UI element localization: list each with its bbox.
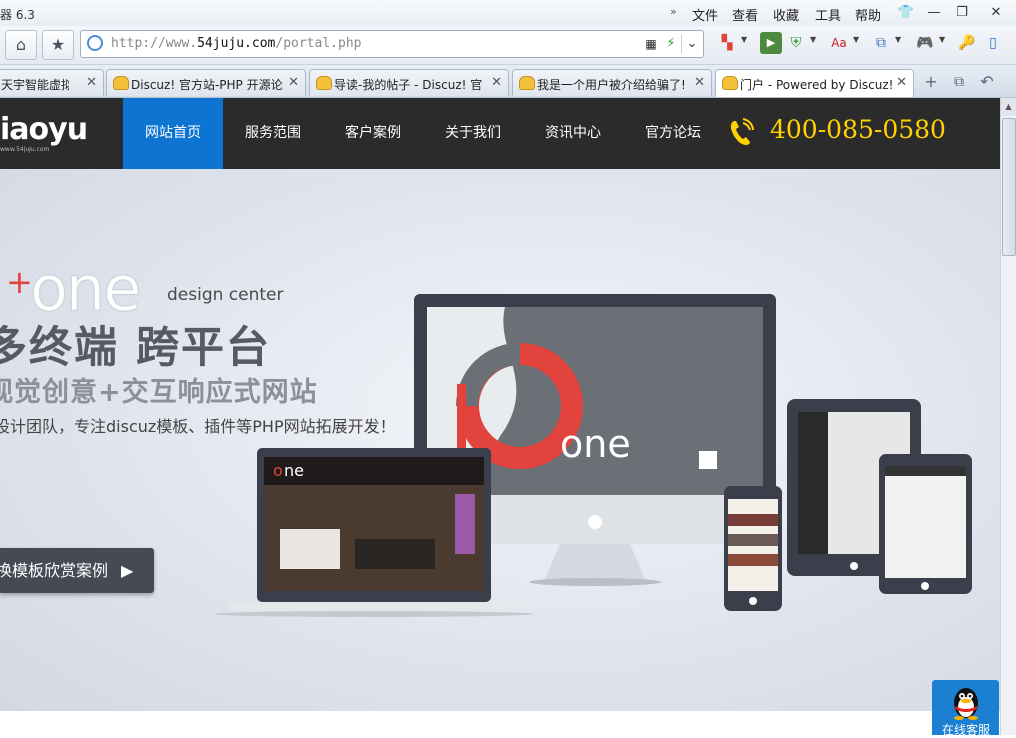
tab-close-icon[interactable]: ✕ <box>491 75 502 90</box>
menu-tools[interactable]: 工具 <box>815 5 841 24</box>
window-title: 器 6.3 <box>0 8 35 22</box>
play-arrow-icon: ▶ <box>121 561 134 580</box>
tab-list-icon[interactable]: ⧉ <box>946 70 972 94</box>
address-url[interactable]: http://www.54juju.com/portal.php <box>111 36 361 51</box>
menu-favorites[interactable]: 收藏 <box>773 5 799 24</box>
tab-2[interactable]: Discuz! 官方站-PHP 开源论 ✕ <box>106 69 306 96</box>
brand-plus: + <box>6 263 33 301</box>
home-icon: ⌂ <box>15 35 27 54</box>
online-service-label[interactable]: 在线客服 <box>942 721 990 738</box>
nav-news[interactable]: 资讯中心 <box>523 98 623 169</box>
apps-caret-icon[interactable]: ▼ <box>741 35 747 44</box>
nav-about[interactable]: 关于我们 <box>423 98 523 169</box>
phone-icon <box>730 118 754 145</box>
page-globe-icon <box>87 35 103 51</box>
tab-favicon-icon <box>113 76 129 90</box>
translate-icon[interactable]: Aa <box>828 32 850 54</box>
tab-close-icon[interactable]: ✕ <box>288 75 299 90</box>
site-nav: iaoyu www.54juju.com 网站首页 服务范围 客户案例 关于我们… <box>0 98 1000 169</box>
screenshot-caret-icon[interactable]: ▼ <box>895 35 901 44</box>
web-page: iaoyu www.54juju.com 网站首页 服务范围 客户案例 关于我们… <box>0 98 1000 735</box>
menu-help[interactable]: 帮助 <box>855 5 881 24</box>
key-icon[interactable]: 🔑 <box>956 32 978 54</box>
menu-file[interactable]: 文件 <box>692 5 718 24</box>
tab-favicon-icon <box>519 76 535 90</box>
window-titlebar: 器 6.3 » 文件 查看 收藏 工具 帮助 👕 — ❐ ✕ <box>0 0 1016 26</box>
gamepad-caret-icon[interactable]: ▼ <box>939 35 945 44</box>
shield-caret-icon[interactable]: ▼ <box>810 35 816 44</box>
nav-forum[interactable]: 官方论坛 <box>623 98 723 169</box>
menu-overflow-icon[interactable]: » <box>670 5 677 18</box>
tab-close-icon[interactable]: ✕ <box>896 75 907 90</box>
tab-4[interactable]: 我是一个用户被介绍给骗了! ✕ <box>512 69 712 96</box>
new-tab-icon[interactable]: + <box>918 70 944 94</box>
tab-favicon-icon <box>316 76 332 90</box>
favorite-button[interactable]: ★ <box>42 30 74 60</box>
site-logo[interactable]: iaoyu <box>0 112 88 147</box>
tab-close-icon[interactable]: ✕ <box>86 75 97 90</box>
close-window-button[interactable]: ✕ <box>984 3 1008 23</box>
svg-text:o: o <box>273 461 283 480</box>
qrcode-icon[interactable]: ▦ <box>641 34 661 54</box>
shield-icon[interactable]: ⛨ <box>785 32 807 54</box>
qq-penguin-icon <box>954 688 978 720</box>
undo-close-icon[interactable]: ↶ <box>974 70 1000 94</box>
gamepad-icon[interactable]: 🎮 <box>914 32 936 54</box>
tab-bar: 天宇智能虚拟主 ✕ Discuz! 官方站-PHP 开源论 ✕ 导读-我的帖子 … <box>0 65 1016 98</box>
speed-mode-icon[interactable]: ⚡ <box>661 34 681 54</box>
apps-icon[interactable]: ▚ <box>716 32 738 54</box>
hotline-number: 400-085-0580 <box>770 115 946 144</box>
home-button[interactable]: ⌂ <box>5 30 37 60</box>
address-bar[interactable]: http://www.54juju.com/portal.php ▦ ⚡ ⌄ <box>80 30 704 58</box>
scrollbar-thumb[interactable] <box>1002 118 1016 256</box>
hero-banner: one + design center 多终端 跨平台 视觉创意+交互响应式网站… <box>0 169 1000 711</box>
scroll-up-icon[interactable]: ▲ <box>1001 98 1016 116</box>
tab-favicon-icon <box>722 76 738 90</box>
nav-services[interactable]: 服务范围 <box>223 98 323 169</box>
tab-5-active[interactable]: 门户 - Powered by Discuz! ✕ <box>715 69 914 97</box>
tab-1[interactable]: 天宇智能虚拟主 ✕ <box>0 69 104 96</box>
mobile-icon[interactable]: ▯ <box>982 32 1004 54</box>
nav-cases[interactable]: 客户案例 <box>323 98 423 169</box>
devices-illustration: one o ne <box>214 294 972 617</box>
page-bottom-strip <box>0 711 1000 735</box>
svg-text:one: one <box>560 422 631 466</box>
address-dropdown-icon[interactable]: ⌄ <box>681 34 702 54</box>
screenshot-icon[interactable]: ⧉ <box>870 32 892 54</box>
restore-button[interactable]: ❐ <box>950 3 974 23</box>
nav-home[interactable]: 网站首页 <box>123 98 223 169</box>
svg-text:ne: ne <box>284 461 304 480</box>
tab-close-icon[interactable]: ✕ <box>694 75 705 90</box>
star-icon: ★ <box>50 35 66 54</box>
tab-3[interactable]: 导读-我的帖子 - Discuz! 官 ✕ <box>309 69 509 96</box>
translate-caret-icon[interactable]: ▼ <box>853 35 859 44</box>
site-logo-url: www.54juju.com <box>0 146 50 153</box>
browser-toolbar: ⌂ ★ http://www.54juju.com/portal.php ▦ ⚡… <box>0 26 1016 65</box>
skin-icon[interactable]: 👕 <box>894 3 918 23</box>
view-cases-button[interactable]: 换模板欣赏案例 ▶ <box>0 548 154 593</box>
minimize-button[interactable]: — <box>922 3 946 23</box>
video-icon[interactable]: ▶ <box>760 32 782 54</box>
menu-view[interactable]: 查看 <box>732 5 758 24</box>
